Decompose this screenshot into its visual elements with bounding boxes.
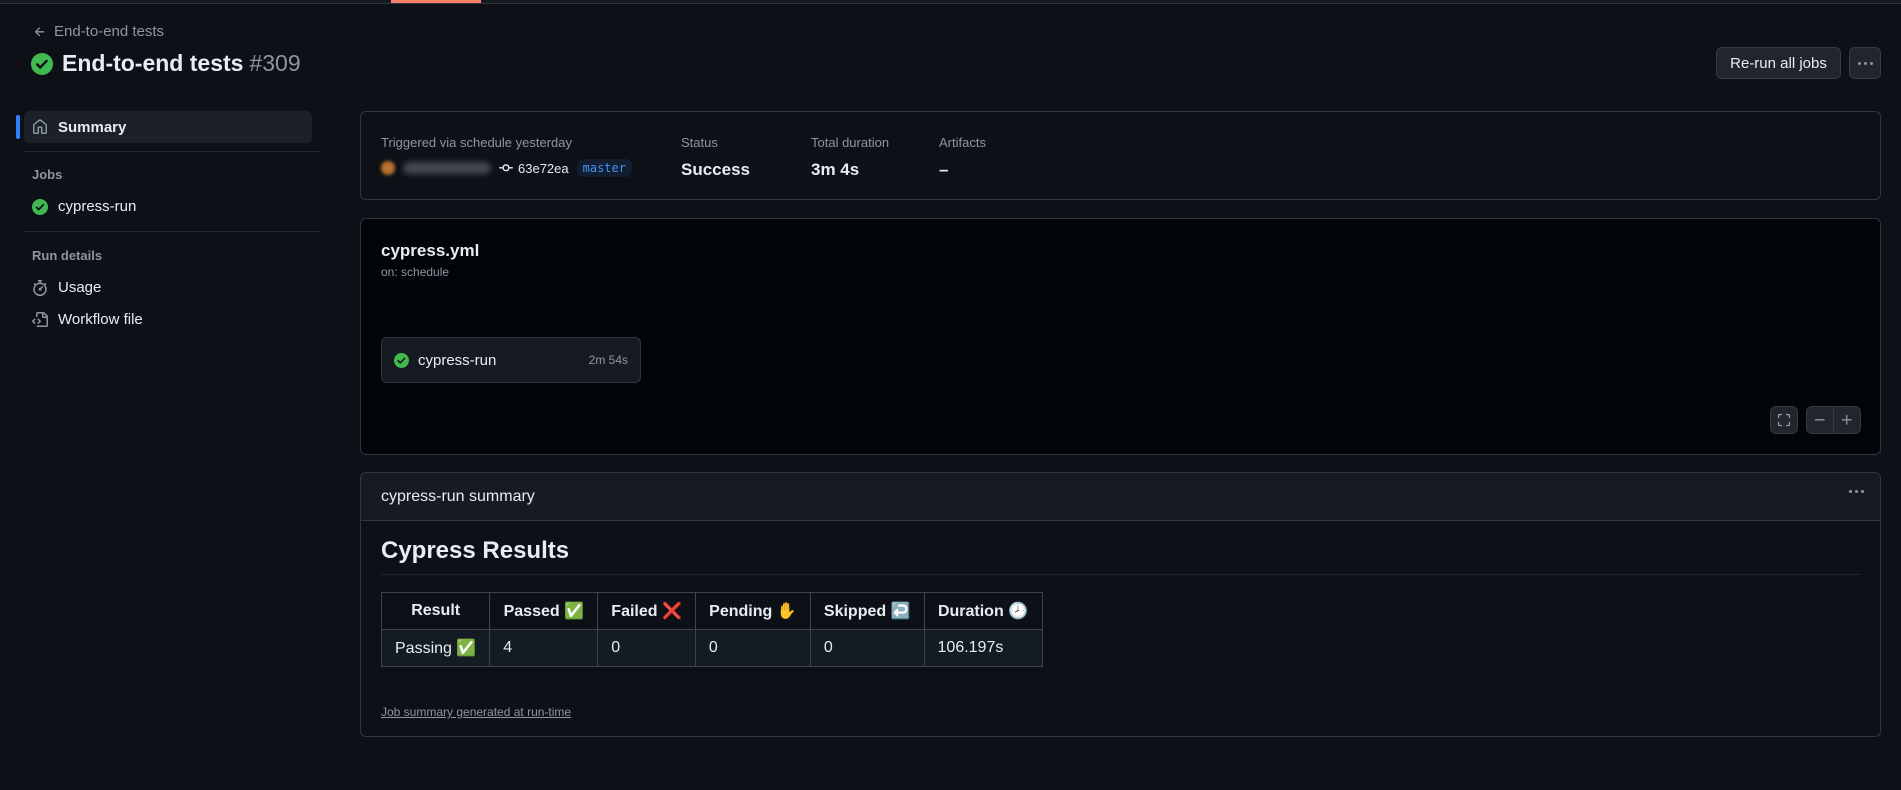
file-code-icon — [32, 311, 48, 327]
table-row: Passing ✅ 4 0 0 0 106.197s — [380, 629, 1043, 667]
table-cell: 4 — [489, 629, 599, 667]
usage-label: Usage — [58, 279, 102, 296]
run-number: #309 — [249, 50, 301, 76]
workflow-file-name: cypress.yml — [381, 241, 480, 260]
avatar[interactable] — [381, 161, 395, 175]
column-header: Skipped ↩️ — [809, 592, 925, 630]
fullscreen-button[interactable] — [1770, 406, 1798, 434]
check-circle-icon — [31, 52, 53, 75]
job-summary-card: cypress-run summary Cypress Results Resu… — [360, 472, 1881, 737]
kebab-icon[interactable] — [1849, 490, 1864, 493]
check-circle-icon — [32, 198, 48, 215]
active-tab-underline — [391, 0, 481, 3]
sidebar-divider — [24, 151, 320, 152]
workflow-graph-card: cypress.yml on: schedule cypress-run 2m … — [360, 218, 1881, 455]
job-node-duration: 2m 54s — [588, 353, 628, 367]
rerun-all-jobs-button[interactable]: Re-run all jobs — [1716, 47, 1841, 79]
workflow-title-text: End-to-end tests — [62, 50, 244, 76]
table-cell: 106.197s — [923, 629, 1043, 667]
column-header: Result — [380, 592, 491, 630]
sidebar-summary-label: Summary — [58, 118, 127, 136]
table-cell: Passing ✅ — [380, 629, 491, 667]
artifacts-value: – — [939, 160, 949, 179]
screen-full-icon — [1777, 413, 1791, 427]
trigger-label: Triggered via schedule yesterday — [381, 135, 573, 150]
run-details-heading: Run details — [32, 248, 103, 263]
sidebar-active-indicator — [16, 115, 20, 139]
stopwatch-icon — [33, 279, 47, 296]
status-label: Status — [681, 135, 718, 150]
job-node-name: cypress-run — [418, 351, 497, 369]
table-cell: 0 — [597, 629, 696, 667]
summary-footnote-link[interactable]: Job summary generated at run-time — [381, 705, 571, 719]
sidebar-item-workflow-file[interactable]: Workflow file — [32, 311, 143, 328]
artifacts-label: Artifacts — [939, 135, 986, 150]
table-cell: 0 — [809, 629, 925, 667]
dash-icon — [1814, 419, 1825, 421]
workflow-trigger: on: schedule — [381, 265, 450, 279]
column-header: Failed ❌ — [597, 592, 696, 630]
zoom-out-button[interactable] — [1806, 406, 1834, 434]
commit-sha[interactable]: 63e72ea — [518, 161, 569, 176]
results-table: Result Passed ✅ Failed ❌ Pending ✋ Skipp… — [380, 592, 1043, 667]
sidebar-item-usage[interactable]: Usage — [32, 279, 101, 296]
home-icon — [33, 119, 47, 134]
jobs-heading: Jobs — [32, 167, 63, 182]
sidebar-item-summary[interactable]: Summary — [24, 111, 312, 143]
job-label: cypress-run — [58, 198, 137, 215]
more-options-button[interactable] — [1849, 47, 1881, 79]
heading-rule — [381, 574, 1861, 575]
commit-link[interactable]: 63e72ea — [499, 161, 569, 176]
column-header: Duration 🕗 — [923, 592, 1043, 630]
status-column: Status Success — [681, 135, 750, 180]
page-title: End-to-end tests #309 — [31, 50, 301, 77]
top-nav-strip — [0, 0, 1901, 4]
column-header: Pending ✋ — [694, 592, 811, 630]
zoom-in-button[interactable] — [1833, 406, 1861, 434]
back-link-label[interactable]: End-to-end tests — [54, 23, 164, 40]
artifacts-column: Artifacts – — [939, 135, 986, 180]
trigger-column: Triggered via schedule yesterday 63e72ea… — [381, 135, 632, 177]
summary-header-title: cypress-run summary — [381, 487, 535, 505]
table-header-row: Result Passed ✅ Failed ❌ Pending ✋ Skipp… — [380, 592, 1043, 630]
arrow-left-icon — [34, 26, 45, 36]
sidebar-divider — [24, 231, 320, 232]
workflow-file-label: Workflow file — [58, 311, 143, 328]
status-value: Success — [681, 160, 750, 179]
actor-name-redacted[interactable] — [403, 162, 491, 174]
run-info-card: Triggered via schedule yesterday 63e72ea… — [360, 111, 1881, 200]
job-node-cypress-run[interactable]: cypress-run 2m 54s — [381, 337, 641, 383]
actor-row: 63e72ea master — [381, 159, 632, 177]
duration-value: 3m 4s — [811, 160, 860, 179]
results-title: Cypress Results — [381, 537, 570, 564]
plus-icon — [1841, 414, 1852, 425]
check-circle-icon — [394, 352, 409, 368]
sidebar-item-cypress-run[interactable]: cypress-run — [32, 198, 136, 215]
kebab-icon — [1857, 61, 1873, 65]
column-header: Passed ✅ — [489, 592, 599, 630]
duration-label: Total duration — [811, 135, 890, 150]
branch-badge[interactable]: master — [576, 159, 632, 177]
table-cell: 0 — [694, 629, 811, 667]
workflow-title: End-to-end tests #309 — [62, 50, 301, 77]
git-commit-icon — [499, 164, 513, 172]
back-link[interactable]: End-to-end tests — [33, 23, 164, 40]
summary-header: cypress-run summary — [361, 473, 1880, 521]
duration-column: Total duration 3m 4s — [811, 135, 889, 180]
